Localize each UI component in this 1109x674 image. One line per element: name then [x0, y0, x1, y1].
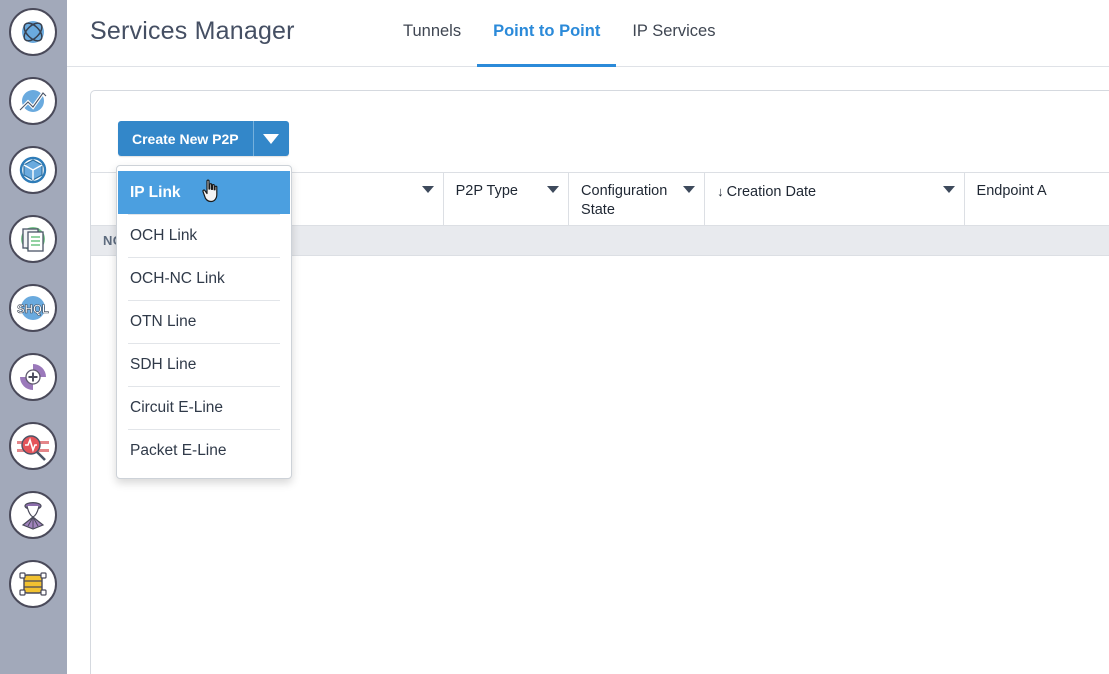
menu-item-och-nc-link[interactable]: OCH-NC Link	[118, 257, 290, 300]
shql-query-icon: SHQL	[13, 291, 53, 325]
tab-point-to-point[interactable]: Point to Point	[477, 0, 617, 67]
sidebar-item-inventory[interactable]	[9, 146, 57, 194]
menu-item-och-link[interactable]: OCH Link	[118, 214, 290, 257]
fault-monitor-search-icon	[16, 429, 50, 463]
sidebar-item-fault-monitor[interactable]	[9, 422, 57, 470]
menu-item-packet-e-line[interactable]: Packet E-Line	[118, 429, 290, 472]
svg-text:SHQL: SHQL	[17, 304, 49, 316]
main-tabs: Tunnels Point to Point IP Services	[387, 0, 731, 67]
column-label: Creation Date	[726, 184, 817, 200]
app-header: Services Manager Tunnels Point to Point …	[67, 0, 1109, 67]
sidebar-item-performance[interactable]	[9, 77, 57, 125]
column-label: Endpoint A	[976, 183, 1047, 199]
menu-item-otn-line[interactable]: OTN Line	[118, 300, 290, 343]
tab-tunnels[interactable]: Tunnels	[387, 0, 477, 67]
sidebar-item-reports[interactable]	[9, 215, 57, 263]
column-label: Configuration State	[581, 183, 668, 218]
page-title: Services Manager	[90, 17, 295, 45]
menu-item-ip-link[interactable]: IP Link	[118, 171, 290, 214]
table-column-header-configuration-state[interactable]: Configuration State	[569, 173, 706, 225]
sort-descending-icon: ↓	[717, 184, 724, 199]
create-new-p2p-dropdown-toggle[interactable]	[252, 121, 289, 156]
table-column-header-p2p-type[interactable]: P2P Type	[444, 173, 570, 225]
performance-chart-icon	[16, 84, 50, 118]
provisioning-add-icon	[16, 360, 50, 394]
equipment-rack-icon	[16, 567, 50, 601]
create-new-p2p-menu: IP Link OCH Link OCH-NC Link OTN Line SD…	[116, 165, 292, 479]
column-label: P2P Type	[455, 183, 518, 199]
chevron-down-icon	[263, 133, 280, 144]
sidebar: SHQL	[0, 0, 67, 674]
sidebar-item-provisioning[interactable]	[9, 353, 57, 401]
table-column-header-endpoint-a[interactable]: Endpoint A	[965, 173, 1109, 225]
menu-item-sdh-line[interactable]: SDH Line	[118, 343, 290, 386]
create-new-p2p-split-button: Create New P2P	[118, 121, 289, 156]
service-deploy-icon	[16, 498, 50, 532]
network-topology-icon	[16, 15, 50, 49]
sidebar-item-service-deploy[interactable]	[9, 491, 57, 539]
create-new-p2p-button[interactable]: Create New P2P	[118, 121, 253, 156]
chevron-down-icon[interactable]	[421, 186, 434, 193]
table-column-header-creation-date[interactable]: ↓ Creation Date	[705, 173, 965, 225]
sidebar-item-network-topology[interactable]	[9, 8, 57, 56]
tab-ip-services[interactable]: IP Services	[616, 0, 731, 67]
inventory-cube-icon	[16, 153, 50, 187]
sidebar-item-equipment-rack[interactable]	[9, 560, 57, 608]
sidebar-item-shql[interactable]: SHQL	[9, 284, 57, 332]
chevron-down-icon[interactable]	[547, 186, 560, 193]
chevron-down-icon[interactable]	[683, 186, 696, 193]
chevron-down-icon[interactable]	[942, 186, 955, 193]
menu-item-circuit-e-line[interactable]: Circuit E-Line	[118, 386, 290, 429]
reports-document-icon	[16, 222, 50, 256]
